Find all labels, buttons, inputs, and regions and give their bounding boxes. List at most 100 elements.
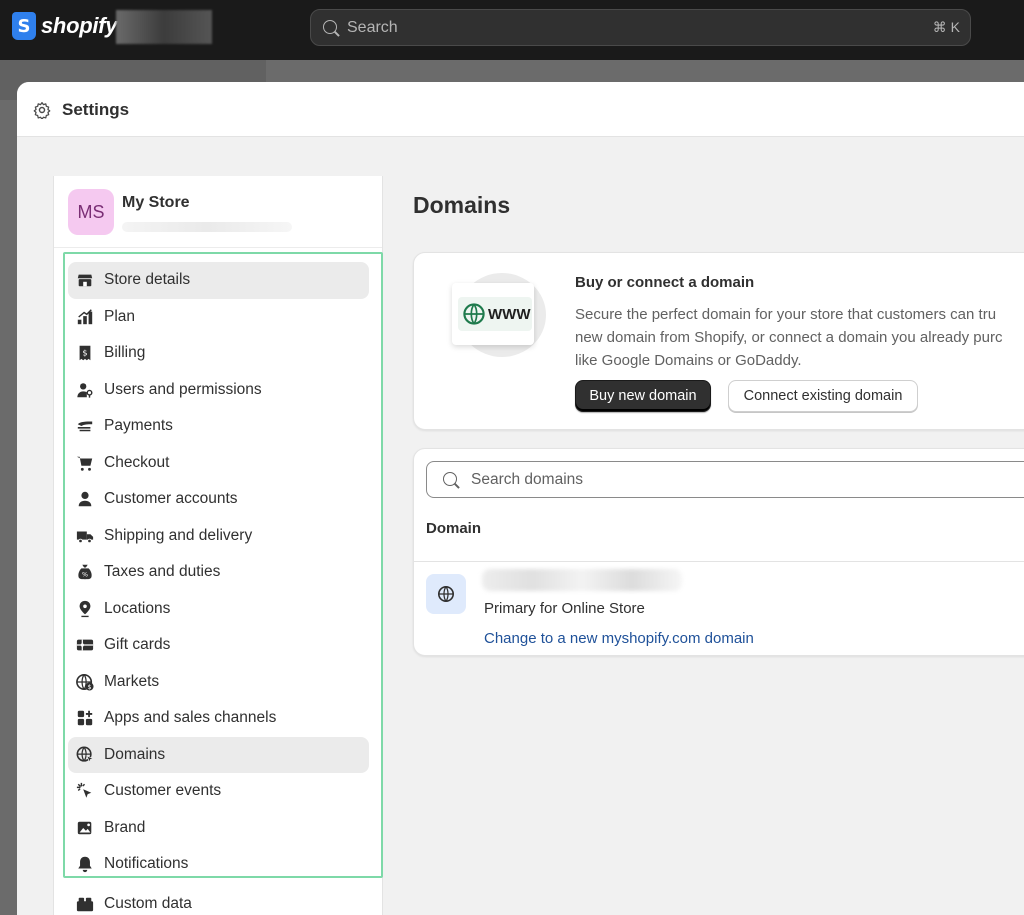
divider: [414, 561, 1024, 562]
search-domains-placeholder: Search domains: [471, 471, 584, 488]
sidebar-item-billing[interactable]: $ Billing: [68, 335, 369, 372]
person-icon: [78, 492, 92, 507]
sidebar-item-label: Plan: [104, 307, 136, 325]
sidebar-item-users[interactable]: Users and permissions: [68, 372, 369, 409]
sidebar-item-label: Customer accounts: [104, 490, 238, 508]
store-name: My Store: [122, 194, 190, 211]
domain-globe-tile: [426, 574, 466, 614]
sidebar-item-checkout[interactable]: Checkout: [68, 445, 369, 482]
store-switcher-redacted[interactable]: [116, 10, 212, 44]
globe-cursor-icon: [76, 746, 94, 763]
page-title: Domains: [413, 192, 511, 218]
apps-icon: [77, 711, 93, 726]
users-icon: [77, 383, 93, 398]
sidebar-item-label: Custom data: [104, 895, 192, 913]
globe-icon: [437, 585, 455, 603]
primary-status-text: Primary for Online Store: [484, 600, 645, 617]
gear-icon: [33, 101, 51, 119]
promo-line: Secure the perfect domain for your store…: [575, 306, 997, 323]
sidebar-item-notifications[interactable]: Notifications: [68, 846, 369, 883]
settings-nav-extra: Custom data: [68, 886, 369, 915]
plan-icon: [77, 309, 93, 324]
shopify-logo[interactable]: S shopify: [12, 12, 117, 40]
store-header[interactable]: MS My Store: [54, 176, 382, 248]
settings-sidebar: MS My Store Store details Plan $ Billing…: [53, 176, 383, 915]
shopify-wordmark: shopify: [41, 13, 118, 38]
promo-line: like Google Domains or GoDaddy.: [575, 352, 802, 369]
sidebar-item-domains[interactable]: Domains: [68, 736, 369, 773]
sidebar-item-label: Checkout: [104, 453, 170, 471]
sidebar-item-label: Domains: [104, 745, 166, 763]
buy-new-domain-button[interactable]: Buy new domain: [575, 380, 711, 412]
payments-icon: [77, 421, 93, 432]
store-icon: [77, 274, 93, 287]
sidebar-item-markets[interactable]: $ Markets: [68, 664, 369, 701]
search-icon: [323, 20, 337, 34]
sidebar-item-payments[interactable]: Payments: [68, 408, 369, 445]
connect-existing-domain-button[interactable]: Connect existing domain: [728, 380, 918, 412]
shopify-bag-icon: S: [12, 12, 36, 40]
globe-icon: [463, 303, 485, 325]
sidebar-item-label: Gift cards: [104, 636, 171, 654]
avatar: MS: [68, 189, 114, 235]
sidebar-item-shipping[interactable]: Shipping and delivery: [68, 518, 369, 555]
settings-title: Settings: [62, 100, 130, 119]
search-icon: [443, 472, 457, 486]
sidebar-item-brand[interactable]: Brand: [68, 810, 369, 847]
sidebar-item-customer-accounts[interactable]: Customer accounts: [68, 481, 369, 518]
search-shortcut: ⌘ K: [932, 19, 960, 35]
cart-icon: [76, 456, 93, 471]
bell-icon: [78, 857, 92, 873]
global-search[interactable]: Search ⌘ K: [310, 9, 971, 46]
search-placeholder: Search: [347, 19, 398, 36]
sidebar-item-label: Billing: [104, 344, 146, 362]
sidebar-item-label: Markets: [104, 672, 160, 690]
sidebar-item-label: Store details: [104, 271, 191, 289]
svg-text:%: %: [82, 572, 88, 579]
change-myshopify-domain-link[interactable]: Change to a new myshopify.com domain: [484, 630, 754, 647]
sidebar-item-gift-cards[interactable]: Gift cards: [68, 627, 369, 664]
domain-name-redacted: [482, 569, 682, 591]
svg-text:$: $: [82, 348, 87, 358]
www-illustration: WWW: [452, 283, 534, 345]
sidebar-item-store-details[interactable]: Store details: [68, 262, 369, 299]
promo-description: Secure the perfect domain for your store…: [575, 303, 1024, 372]
www-badge-text: WWW: [488, 305, 531, 323]
tax-bag-icon: %: [78, 565, 92, 580]
sidebar-item-label: Users and permissions: [104, 380, 262, 398]
sidebar-item-custom-data[interactable]: Custom data: [68, 886, 369, 915]
sidebar-item-plan[interactable]: Plan: [68, 299, 369, 336]
brand-image-icon: [77, 821, 92, 835]
sidebar-item-label: Shipping and delivery: [104, 526, 253, 544]
domain-promo-card: WWW Buy or connect a domain Secure the p…: [413, 252, 1024, 430]
custom-data-icon: [76, 897, 94, 912]
settings-nav: Store details Plan $ Billing Users and p…: [68, 262, 369, 883]
settings-window: Settings MS My Store Store details Plan …: [17, 82, 1024, 915]
search-domains-input[interactable]: Search domains: [426, 461, 1024, 498]
sidebar-item-customer-events[interactable]: Customer events: [68, 773, 369, 810]
truck-icon: [76, 531, 94, 543]
sidebar-item-label: Apps and sales channels: [104, 709, 277, 727]
location-pin-icon: [79, 600, 91, 617]
globe-dollar-icon: $: [76, 673, 94, 691]
cursor-click-icon: [76, 783, 92, 798]
sidebar-item-label: Customer events: [104, 782, 222, 800]
sidebar-item-locations[interactable]: Locations: [68, 591, 369, 628]
sidebar-item-apps[interactable]: Apps and sales channels: [68, 700, 369, 737]
sidebar-item-label: Notifications: [104, 855, 189, 873]
sidebar-item-label: Payments: [104, 417, 173, 435]
sidebar-item-label: Locations: [104, 599, 171, 617]
gift-card-icon: [76, 639, 94, 651]
sidebar-item-label: Taxes and duties: [104, 563, 221, 581]
domains-list-card: Search domains Domain Primary for Online…: [413, 448, 1024, 656]
svg-text:$: $: [87, 684, 91, 691]
sidebar-item-label: Brand: [104, 818, 146, 836]
top-bar: S shopify Search ⌘ K: [0, 0, 1024, 60]
sidebar-item-taxes[interactable]: % Taxes and duties: [68, 554, 369, 591]
promo-line: new domain from Shopify, or connect a do…: [575, 329, 1003, 346]
settings-header: Settings: [17, 82, 1024, 137]
billing-icon: $: [79, 346, 91, 361]
domain-column-header: Domain: [426, 520, 482, 537]
promo-title: Buy or connect a domain: [575, 274, 755, 291]
store-url-redacted: [122, 222, 292, 232]
